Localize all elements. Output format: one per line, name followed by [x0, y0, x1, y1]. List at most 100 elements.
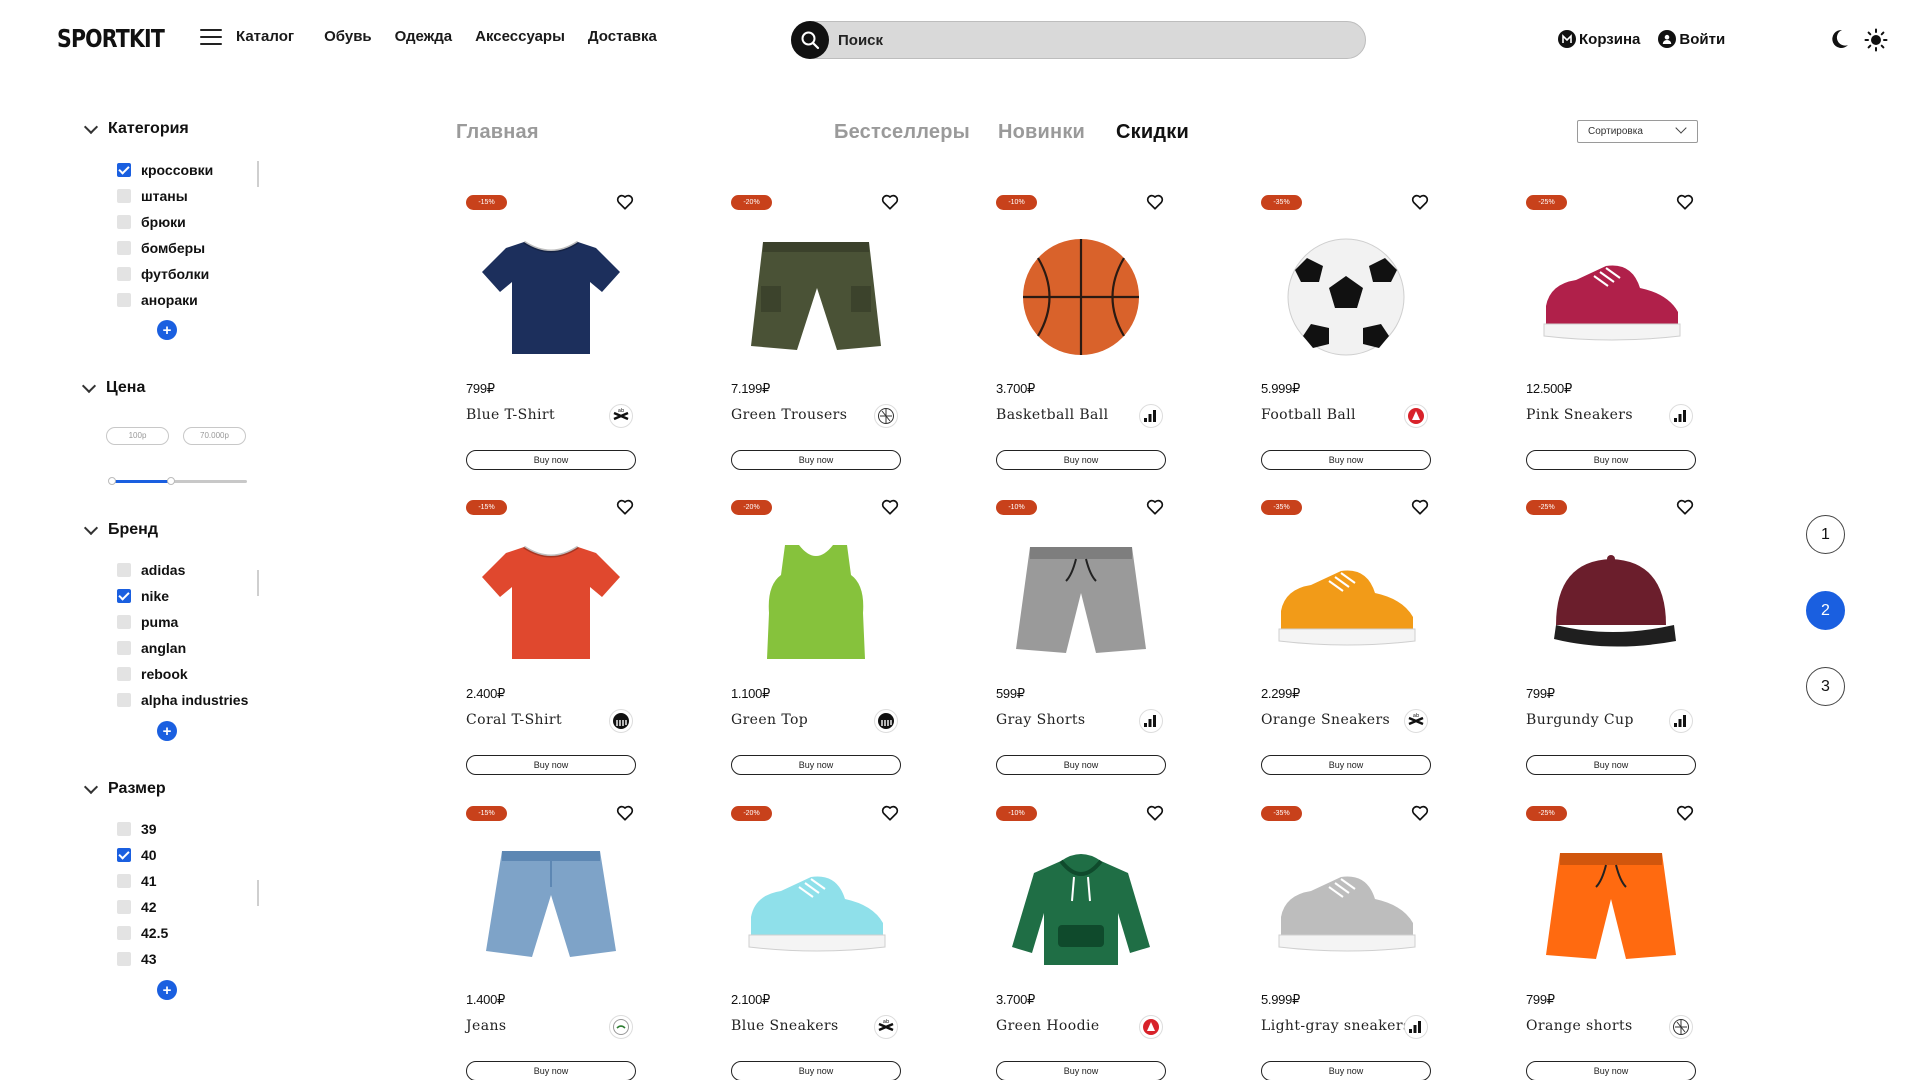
- brand-option[interactable]: nike: [117, 583, 248, 609]
- checkbox[interactable]: [117, 163, 131, 177]
- brand-option[interactable]: anglan: [117, 635, 248, 661]
- price-min-input[interactable]: 100р: [106, 427, 169, 445]
- product-name[interactable]: Green Hoodie: [996, 1018, 1100, 1034]
- sort-dropdown[interactable]: Сортировка: [1577, 120, 1698, 143]
- tab-new[interactable]: Новинки: [998, 121, 1085, 144]
- product-card[interactable]: -20% 2.100₽ Blue Sneakers ab Buy now: [731, 804, 901, 1080]
- nav-catalog[interactable]: Каталог: [236, 28, 294, 45]
- nav-delivery[interactable]: Доставка: [588, 28, 657, 45]
- buy-now-button[interactable]: Buy now: [996, 450, 1166, 470]
- product-card[interactable]: -20% 7.199₽ Green Trousers Buy now: [731, 194, 901, 485]
- search-input[interactable]: [838, 22, 1338, 58]
- product-name[interactable]: Green Top: [731, 712, 808, 728]
- product-card[interactable]: -15% 799₽ Blue T-Shirt ab Buy now: [466, 194, 636, 485]
- search-icon[interactable]: [791, 21, 829, 59]
- buy-now-button[interactable]: Buy now: [466, 1061, 636, 1080]
- heart-icon[interactable]: [1676, 804, 1694, 827]
- tab-home[interactable]: Главная: [456, 121, 539, 144]
- product-name[interactable]: Gray Shorts: [996, 712, 1086, 728]
- heart-icon[interactable]: [1411, 804, 1429, 827]
- page-button-3[interactable]: 3: [1806, 667, 1845, 706]
- size-option[interactable]: 39: [117, 816, 168, 842]
- product-image[interactable]: [731, 233, 901, 361]
- buy-now-button[interactable]: Buy now: [731, 755, 901, 775]
- product-card[interactable]: -35% 2.299₽ Orange Sneakers ab Buy now: [1261, 498, 1431, 790]
- page-button-2[interactable]: 2: [1806, 591, 1845, 630]
- nav-shoes[interactable]: Обувь: [324, 28, 372, 45]
- buy-now-button[interactable]: Buy now: [1261, 1061, 1431, 1080]
- buy-now-button[interactable]: Buy now: [731, 1061, 901, 1080]
- product-card[interactable]: -25% 799₽ Burgundy Cup Buy now: [1526, 498, 1696, 790]
- price-slider[interactable]: [108, 477, 247, 485]
- category-option[interactable]: штаны: [117, 183, 213, 209]
- buy-now-button[interactable]: Buy now: [1261, 450, 1431, 470]
- product-image[interactable]: [1261, 233, 1431, 361]
- product-card[interactable]: -25% 12.500₽ Pink Sneakers Buy now: [1526, 193, 1696, 485]
- price-slider-max-handle[interactable]: [167, 477, 175, 485]
- product-card[interactable]: -25% 799₽ Orange shorts Buy now: [1526, 804, 1696, 1080]
- buy-now-button[interactable]: Buy now: [466, 450, 636, 470]
- product-card[interactable]: -10% 3.700₽ Basketball Ball Buy now: [996, 194, 1166, 485]
- product-card[interactable]: -15% 2.400₽ Coral T-Shirt Buy now: [466, 499, 636, 790]
- buy-now-button[interactable]: Buy now: [1526, 450, 1696, 470]
- product-image[interactable]: [1526, 844, 1696, 972]
- category-scrollbar[interactable]: [257, 161, 259, 187]
- buy-now-button[interactable]: Buy now: [996, 1061, 1166, 1080]
- category-more-button[interactable]: +: [157, 320, 177, 340]
- checkbox[interactable]: [117, 215, 131, 229]
- product-image[interactable]: [996, 233, 1166, 361]
- product-card[interactable]: -20% 1.100₽ Green Top Buy now: [731, 498, 901, 790]
- checkbox[interactable]: [117, 563, 131, 577]
- heart-icon[interactable]: [1411, 498, 1429, 521]
- product-name[interactable]: Jeans: [466, 1018, 506, 1034]
- product-card[interactable]: -35% 5.999₽ Football Ball Buy now: [1261, 194, 1431, 485]
- checkbox[interactable]: [117, 926, 131, 940]
- moon-icon[interactable]: [1828, 28, 1850, 55]
- checkbox[interactable]: [117, 641, 131, 655]
- price-max-input[interactable]: 70.000р: [183, 427, 246, 445]
- brand-option[interactable]: adidas: [117, 557, 248, 583]
- checkbox[interactable]: [117, 900, 131, 914]
- product-image[interactable]: [466, 538, 636, 666]
- price-slider-min-handle[interactable]: [108, 477, 116, 485]
- heart-icon[interactable]: [1146, 804, 1164, 827]
- tab-bestsellers[interactable]: Бестселлеры: [834, 121, 970, 144]
- checkbox[interactable]: [117, 952, 131, 966]
- filter-price-toggle[interactable]: Цена: [81, 378, 145, 397]
- checkbox[interactable]: [117, 615, 131, 629]
- heart-icon[interactable]: [881, 498, 899, 521]
- checkbox[interactable]: [117, 189, 131, 203]
- buy-now-button[interactable]: Buy now: [466, 755, 636, 775]
- buy-now-button[interactable]: Buy now: [996, 755, 1166, 775]
- login-link[interactable]: Войти: [1658, 30, 1725, 48]
- heart-icon[interactable]: [1676, 193, 1694, 216]
- buy-now-button[interactable]: Buy now: [1526, 755, 1696, 775]
- brand-more-button[interactable]: +: [157, 721, 177, 741]
- category-option[interactable]: брюки: [117, 209, 213, 235]
- logo[interactable]: SPORTKIT: [57, 24, 165, 53]
- product-name[interactable]: Orange Sneakers: [1261, 712, 1390, 728]
- category-option[interactable]: футболки: [117, 261, 213, 287]
- heart-icon[interactable]: [881, 804, 899, 827]
- product-name[interactable]: Coral T-Shirt: [466, 712, 562, 728]
- page-button-1[interactable]: 1: [1806, 515, 1845, 554]
- product-card[interactable]: -10% 3.700₽ Green Hoodie Buy now: [996, 804, 1166, 1080]
- tab-sale[interactable]: Скидки: [1116, 121, 1189, 144]
- brand-scrollbar[interactable]: [257, 570, 259, 596]
- product-image[interactable]: [996, 538, 1166, 666]
- size-option[interactable]: 40: [117, 842, 168, 868]
- size-option[interactable]: 42: [117, 894, 168, 920]
- checkbox[interactable]: [117, 267, 131, 281]
- buy-now-button[interactable]: Buy now: [731, 450, 901, 470]
- category-option[interactable]: кроссовки: [117, 157, 213, 183]
- buy-now-button[interactable]: Buy now: [1526, 1061, 1696, 1080]
- brand-option[interactable]: puma: [117, 609, 248, 635]
- nav-accessories[interactable]: Аксессуары: [475, 28, 565, 45]
- checkbox[interactable]: [117, 822, 131, 836]
- product-image[interactable]: [1261, 844, 1431, 972]
- product-image[interactable]: [466, 844, 636, 972]
- product-image[interactable]: [731, 844, 901, 972]
- buy-now-button[interactable]: Buy now: [1261, 755, 1431, 775]
- brand-option[interactable]: alpha industries: [117, 687, 248, 713]
- heart-icon[interactable]: [1676, 498, 1694, 521]
